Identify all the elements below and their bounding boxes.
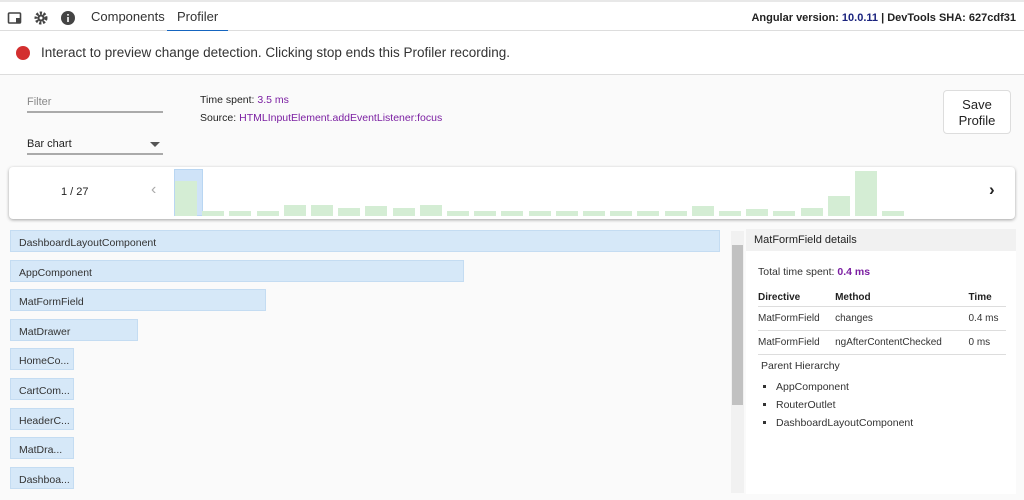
version-label: Angular version: xyxy=(751,12,842,24)
col-directive: Directive xyxy=(758,289,836,307)
total-time-label: Total time spent: xyxy=(758,266,838,278)
cell: 0.4 ms xyxy=(968,306,1006,331)
frame-bar[interactable] xyxy=(637,211,660,216)
time-spent-label: Time spent: xyxy=(200,94,258,106)
frame-bar[interactable] xyxy=(746,209,769,216)
inspect-element-icon[interactable] xyxy=(7,10,23,26)
devtools-sha: | DevTools SHA: 627cdf31 xyxy=(878,12,1016,24)
component-bar[interactable]: MatFormField xyxy=(10,289,266,312)
table-row: MatFormField ngAfterContentChecked 0 ms xyxy=(758,330,1006,355)
settings-gear-icon[interactable] xyxy=(33,10,49,26)
component-bar[interactable]: HomeCo... xyxy=(10,348,74,371)
angular-version: 10.0.11 xyxy=(841,12,879,24)
scrollbar-thumb[interactable] xyxy=(732,245,743,405)
frame-bar[interactable] xyxy=(855,171,877,216)
hierarchy-item[interactable]: AppComponent xyxy=(776,381,913,399)
frame-bar[interactable] xyxy=(882,211,905,216)
component-bar[interactable]: Dashboa... xyxy=(10,466,74,489)
frame-bar[interactable] xyxy=(773,211,796,216)
view-select[interactable]: Bar chart xyxy=(27,138,163,155)
save-label-2: Profile xyxy=(958,113,996,128)
frame-bar[interactable] xyxy=(419,205,442,216)
frame-bar[interactable] xyxy=(447,211,469,216)
frame-bar[interactable] xyxy=(338,208,361,216)
component-bar[interactable]: DashboardLayoutComponent xyxy=(10,230,720,252)
stop-recording-button[interactable] xyxy=(16,46,30,60)
component-bar[interactable]: MatDra... xyxy=(10,437,74,460)
frame-bar[interactable] xyxy=(202,211,225,216)
frame-bar[interactable] xyxy=(311,205,333,216)
time-spent: Time spent: 3.5 ms xyxy=(200,94,289,106)
component-bar[interactable]: HeaderC... xyxy=(10,407,74,430)
banner-text: Interact to preview change detection. Cl… xyxy=(41,45,510,60)
source-value: HTMLInputElement.addEventListener:focus xyxy=(239,112,443,124)
frame-bar[interactable] xyxy=(392,208,415,216)
version-info: Angular version: 10.0.11 | DevTools SHA:… xyxy=(751,12,1016,24)
time-spent-value: 3.5 ms xyxy=(257,94,289,106)
directive-table: Directive Method Time MatFormField changes 0… xyxy=(758,289,1006,355)
frame-bar[interactable] xyxy=(474,211,497,216)
cell: ngAfterContentChecked xyxy=(835,330,969,355)
component-bar[interactable]: AppComponent xyxy=(10,259,464,282)
frame-bar[interactable] xyxy=(175,181,197,216)
frame-bar[interactable] xyxy=(501,211,524,216)
parent-hierarchy-list: AppComponent RouterOutlet DashboardLayou… xyxy=(776,381,913,435)
frame-bar[interactable] xyxy=(283,205,306,216)
cell: 0 ms xyxy=(968,330,1006,355)
cell: MatFormField xyxy=(758,306,836,331)
total-time: Total time spent: 0.4 ms xyxy=(758,266,870,278)
component-bar[interactable]: CartCom... xyxy=(10,378,74,400)
frame-bar[interactable] xyxy=(229,211,252,216)
save-profile-button[interactable]: Save Profile xyxy=(943,90,1011,134)
scrollbar[interactable] xyxy=(731,231,744,493)
frame-bar[interactable] xyxy=(664,211,687,216)
frame-bar[interactable] xyxy=(719,211,741,216)
frame-bar[interactable] xyxy=(800,208,823,216)
chevron-right-icon[interactable]: › xyxy=(989,180,995,200)
frame-bar[interactable] xyxy=(583,211,605,216)
cell: MatFormField xyxy=(758,330,836,355)
details-title: MatFormField details xyxy=(746,229,1016,251)
tab-profiler[interactable]: Profiler xyxy=(167,9,229,32)
frame-bar[interactable] xyxy=(610,211,633,216)
recording-banner: Interact to preview change detection. Cl… xyxy=(0,31,1024,75)
tab-components[interactable]: Components xyxy=(91,9,165,24)
hierarchy-item[interactable]: DashboardLayoutComponent xyxy=(776,417,913,435)
filter-input[interactable]: Filter xyxy=(27,96,163,113)
save-label-1: Save xyxy=(962,97,992,112)
frame-timeline: 1 / 27 ‹ › xyxy=(9,167,1015,219)
frame-bar[interactable] xyxy=(691,206,714,216)
frame-bar[interactable] xyxy=(555,211,578,216)
toolbar: Components Profiler Angular version: 10.… xyxy=(0,0,1024,32)
view-select-value: Bar chart xyxy=(27,138,72,150)
source: Source: HTMLInputElement.addEventListene… xyxy=(200,112,442,124)
frame-bar[interactable] xyxy=(365,206,388,216)
source-label: Source: xyxy=(200,112,240,124)
dropdown-arrow-icon xyxy=(150,142,160,147)
info-icon[interactable] xyxy=(60,10,76,26)
frame-bar[interactable] xyxy=(827,196,850,216)
col-time: Time xyxy=(968,289,1006,307)
total-time-value: 0.4 ms xyxy=(837,266,871,278)
frame-bar[interactable] xyxy=(256,211,279,216)
frame-bar[interactable] xyxy=(528,211,551,216)
cell: changes xyxy=(835,306,969,331)
table-row: MatFormField changes 0.4 ms xyxy=(758,306,1006,331)
details-panel: MatFormField details Total time spent: 0… xyxy=(746,229,1016,494)
frame-counter: 1 / 27 xyxy=(61,186,89,198)
hierarchy-item[interactable]: RouterOutlet xyxy=(776,399,913,417)
parent-hierarchy-title: Parent Hierarchy xyxy=(761,360,840,372)
col-method: Method xyxy=(835,289,969,307)
component-bar[interactable]: MatDrawer xyxy=(10,318,138,341)
chevron-left-icon[interactable]: ‹ xyxy=(151,181,156,199)
